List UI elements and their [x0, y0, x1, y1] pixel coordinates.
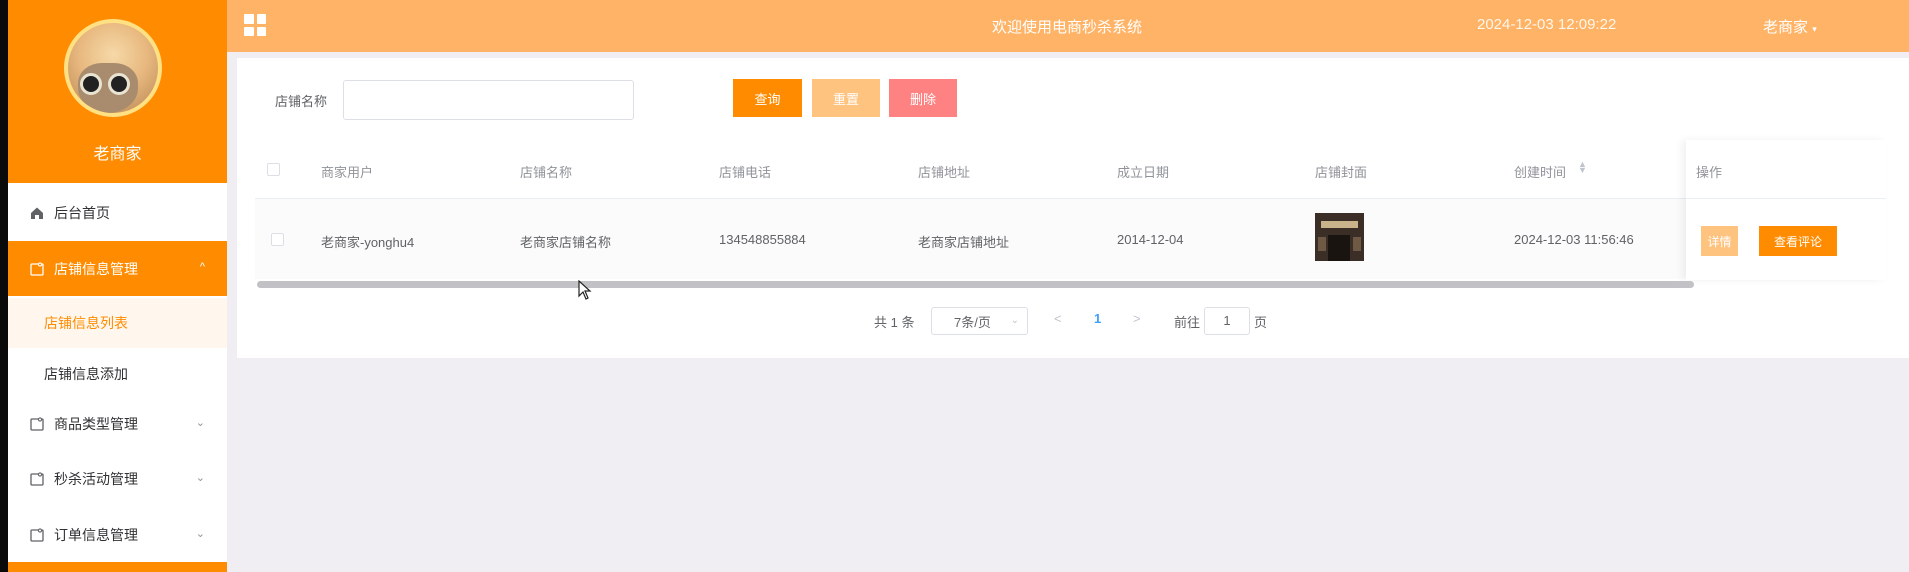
- column-header-shop-name: 店铺名称: [520, 165, 573, 180]
- column-header-user: 商家用户: [321, 165, 374, 180]
- cell-user: 老商家-yonghu4: [321, 235, 415, 250]
- shop-name-label: 店铺名称: [275, 94, 328, 109]
- sidebar-item-label: 店铺信息管理: [54, 260, 138, 277]
- horizontal-scrollbar[interactable]: [257, 281, 1694, 288]
- sidebar-item-orders[interactable]: 订单信息管理 ⌄: [8, 507, 227, 562]
- prev-page-icon[interactable]: <: [1054, 311, 1062, 326]
- chevron-up-icon: ^: [199, 261, 205, 273]
- shop-name-input[interactable]: [343, 80, 634, 120]
- chevron-down-icon: ⌄: [195, 472, 205, 484]
- user-dropdown[interactable]: 老商家 ▾: [1763, 16, 1817, 37]
- sidebar-item-shop-info[interactable]: 店铺信息管理 ^: [8, 241, 227, 296]
- cell-shop-name: 老商家店铺名称: [520, 235, 612, 250]
- sort-icon[interactable]: ▲ ▼: [1578, 160, 1587, 175]
- current-datetime: 2024-12-03 12:09:22: [1477, 16, 1617, 33]
- page-number-current[interactable]: 1: [1094, 311, 1101, 326]
- topbar: 欢迎使用电商秒杀系统 2024-12-03 12:09:22 老商家 ▾: [227, 0, 1909, 52]
- folder-icon: [30, 471, 44, 486]
- sidebar-item-dashboard[interactable]: 后台首页: [8, 185, 227, 240]
- sidebar-item-flash-sale[interactable]: 秒杀活动管理 ⌄: [8, 451, 227, 506]
- sidebar-user-name: 老商家: [93, 146, 142, 163]
- sidebar-item-product-type[interactable]: 商品类型管理 ⌄: [8, 396, 227, 451]
- detail-button[interactable]: 详情: [1701, 226, 1738, 256]
- home-icon: [30, 206, 44, 220]
- sidebar-subitem-shop-list[interactable]: 店铺信息列表: [8, 298, 227, 348]
- folder-icon: [30, 527, 44, 542]
- mouse-cursor-icon: [578, 280, 592, 300]
- goto-suffix: 页: [1254, 315, 1268, 330]
- sidebar-item-label: 秒杀活动管理: [54, 470, 138, 487]
- column-header-founded: 成立日期: [1117, 165, 1170, 180]
- folder-icon: [30, 261, 44, 276]
- column-header-actions: 操作: [1696, 165, 1723, 180]
- page-title: 欢迎使用电商秒杀系统: [992, 19, 1143, 36]
- page-size-select[interactable]: 7条/页 ⌄: [931, 307, 1028, 335]
- cell-created: 2024-12-03 11:56:46: [1514, 232, 1634, 247]
- chevron-down-icon: ⌄: [195, 417, 205, 429]
- next-page-icon[interactable]: >: [1133, 311, 1141, 326]
- shop-cover-thumbnail[interactable]: [1315, 213, 1364, 261]
- page-size-value: 7条/页: [954, 314, 991, 330]
- goto-page-input[interactable]: 1: [1204, 307, 1250, 335]
- reset-button[interactable]: 重置: [812, 79, 880, 117]
- chevron-down-icon: ▾: [1812, 24, 1817, 34]
- sidebar-subitem-shop-add[interactable]: 店铺信息添加: [8, 349, 227, 399]
- column-header-phone: 店铺电话: [719, 165, 772, 180]
- chevron-down-icon: ⌄: [1010, 315, 1019, 326]
- table-header-divider: [255, 198, 1885, 199]
- cell-address: 老商家店铺地址: [918, 235, 1010, 250]
- query-button[interactable]: 查询: [733, 79, 802, 117]
- select-all-checkbox[interactable]: [267, 163, 280, 176]
- sidebar-subitem-label: 店铺信息列表: [44, 315, 128, 331]
- avatar-cat-eye: [80, 73, 102, 95]
- cell-phone: 134548855884: [719, 232, 806, 247]
- fixed-actions-column: [1686, 140, 1886, 280]
- table-row: [255, 199, 1885, 279]
- pagination-total: 共 1 条: [874, 315, 915, 330]
- goto-label: 前往: [1174, 315, 1201, 330]
- column-header-created[interactable]: 创建时间: [1514, 162, 1566, 181]
- sidebar-item-label: 后台首页: [54, 204, 110, 221]
- sidebar-item-label: 订单信息管理: [54, 526, 138, 543]
- avatar-cat-eye: [108, 73, 130, 95]
- sidebar-next-item-edge: [8, 562, 227, 572]
- view-reviews-button[interactable]: 查看评论: [1759, 226, 1837, 256]
- column-header-cover: 店铺封面: [1315, 165, 1368, 180]
- row-checkbox[interactable]: [271, 233, 284, 246]
- sidebar-header: 老商家: [8, 0, 227, 183]
- left-black-strip: [0, 0, 8, 572]
- column-header-address: 店铺地址: [918, 165, 971, 180]
- user-name: 老商家: [1763, 19, 1809, 36]
- cell-founded: 2014-12-04: [1117, 232, 1184, 247]
- avatar[interactable]: [64, 19, 162, 117]
- sidebar: 老商家 后台首页 店铺信息管理 ^ 店铺信息列表 店铺信息添加 商品类型管理 ⌄…: [8, 0, 227, 572]
- chevron-down-icon: ⌄: [195, 528, 205, 540]
- menu-grid-icon[interactable]: [244, 14, 266, 36]
- folder-icon: [30, 416, 44, 431]
- sidebar-item-label: 商品类型管理: [54, 415, 138, 432]
- delete-button[interactable]: 删除: [889, 79, 957, 117]
- sidebar-subitem-label: 店铺信息添加: [44, 366, 128, 382]
